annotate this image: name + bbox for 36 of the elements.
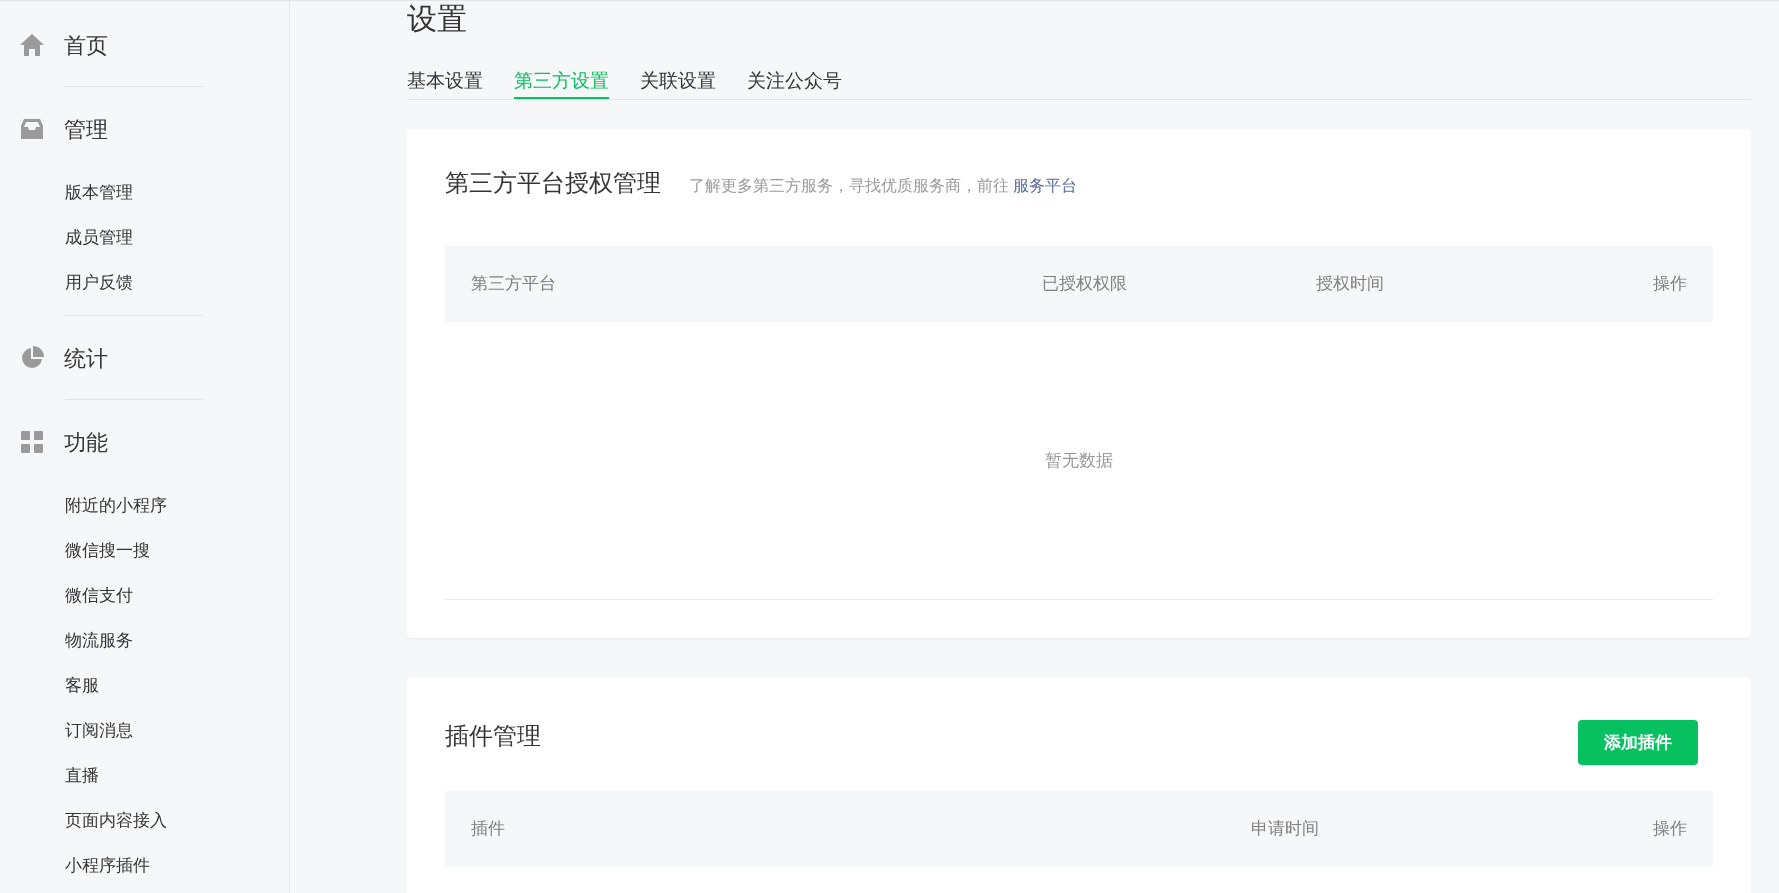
pie-chart-icon (20, 346, 44, 370)
grid-icon (20, 430, 44, 454)
empty-message: 暂无数据 (1045, 449, 1113, 472)
inbox-icon (20, 118, 44, 140)
sidebar-item[interactable]: 客服 (0, 671, 289, 701)
sidebar-item[interactable]: 小程序插件 (0, 851, 289, 881)
column-header: 申请时间 (1251, 818, 1320, 841)
column-header: 操作 (1653, 273, 1687, 296)
sidebar-item[interactable]: 微信支付 (0, 581, 289, 611)
sidebar-item[interactable]: 用户反馈 (0, 268, 289, 298)
service-platform-link[interactable]: 服务平台 (1013, 177, 1078, 194)
tab[interactable]: 关注公众号 (747, 65, 842, 99)
sidebar-item[interactable]: 附近的小程序 (0, 491, 289, 521)
sidebar-item[interactable]: 成员管理 (0, 223, 289, 253)
section-title: 插件管理 (445, 721, 541, 751)
section-hint: 了解更多第三方服务，寻找优质服务商，前往 服务平台 (689, 176, 1078, 196)
sidebar-item[interactable]: 订阅消息 (0, 716, 289, 746)
sidebar-item[interactable]: 页面内容接入 (0, 806, 289, 836)
sidebar-item[interactable]: 版本管理 (0, 178, 289, 208)
sidebar-group-item[interactable]: 管理 (0, 111, 289, 147)
page-title: 设置 (407, 4, 468, 34)
column-header: 插件 (471, 818, 506, 841)
sidebar-group-item[interactable]: 统计 (0, 340, 289, 376)
sidebar-item[interactable]: 物流服务 (0, 626, 289, 656)
column-header: 授权时间 (1316, 273, 1385, 296)
column-header: 第三方平台 (471, 273, 557, 296)
sidebar-group-item[interactable]: 功能 (0, 424, 289, 460)
tab[interactable]: 关联设置 (640, 65, 716, 99)
column-header: 已授权权限 (1042, 273, 1128, 296)
section-title: 第三方平台授权管理 (445, 168, 661, 198)
sidebar-item[interactable]: 直播 (0, 761, 289, 791)
sidebar-item[interactable]: 微信搜一搜 (0, 536, 289, 566)
sidebar-group-item[interactable]: 首页 (0, 27, 289, 63)
home-icon (19, 33, 45, 57)
column-header: 操作 (1653, 818, 1687, 841)
tab[interactable]: 基本设置 (407, 65, 483, 99)
